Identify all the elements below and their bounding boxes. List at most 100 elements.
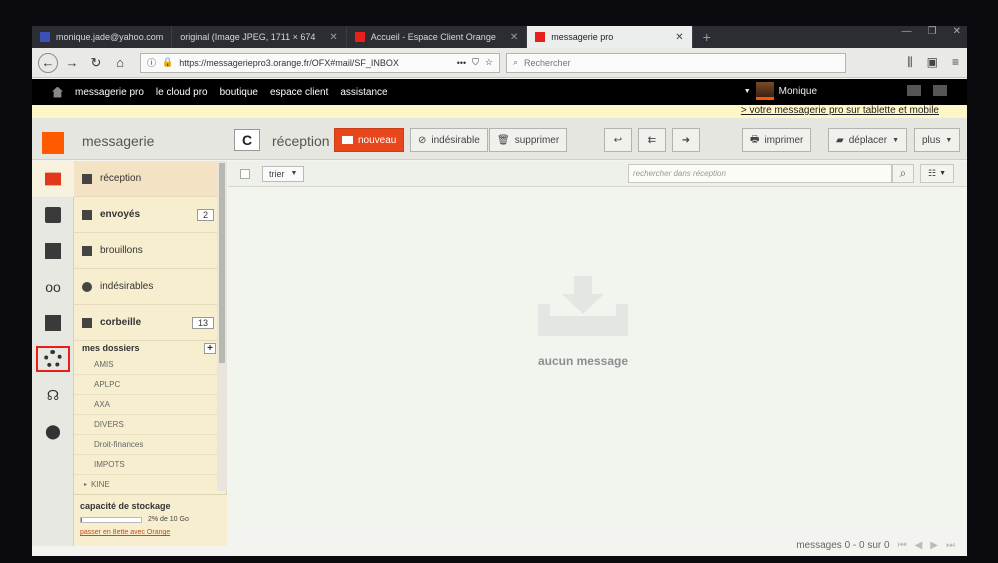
maximize-icon[interactable]: ❐ [928,26,937,38]
close-icon[interactable]: ✕ [510,32,518,43]
reply-all-icon: ⇇ [647,134,657,146]
folder-sent[interactable]: envoyés 2 [74,197,226,233]
subfolder-item[interactable]: Droit-finances [74,435,226,455]
promo-link[interactable]: > votre messagerie pro sur tablette et m… [32,105,967,117]
folder-label: réception [100,173,142,184]
select-all-checkbox[interactable] [240,168,250,179]
view-options-button[interactable]: ☷ ▼ [920,164,954,183]
my-folders-header: mes dossiers + [74,341,226,355]
folder-drafts[interactable]: brouillons [74,233,226,269]
prev-page-icon[interactable]: ◀ [915,540,923,551]
subfolder-item-kine[interactable]: ▸ KINE [74,475,226,495]
refresh-button[interactable]: C [234,129,260,151]
rail-voicemail[interactable]: oo [32,269,74,305]
minimize-icon[interactable]: — [902,26,912,38]
info-icon[interactable]: ⓘ [147,56,156,69]
more-label: plus [922,134,941,146]
move-button[interactable]: ▰ déplacer ▼ [828,128,907,152]
window-controls: — ❐ ✕ [902,26,961,38]
orange-favicon-icon [354,32,365,42]
new-message-button[interactable]: nouveau [334,128,405,152]
location-pin-icon: ⬤ [45,422,61,439]
portal-link[interactable]: boutique [220,87,258,98]
user-menu[interactable]: ▼ Monique [744,82,817,100]
folder-panel: réception envoyés 2 brouillons indésirab… [74,161,227,546]
folder-label: indésirables [100,281,154,292]
close-icon[interactable]: ✕ [675,32,683,43]
back-icon[interactable]: ← [38,52,58,73]
reply-button[interactable]: ↩ [604,128,632,152]
portal-link[interactable]: le cloud pro [156,87,208,98]
next-page-icon[interactable]: ▶ [930,540,938,551]
spam-button[interactable]: ⊘ indésirable [410,128,488,152]
browser-nav-bar: ← → ↻ ⌂ ⓘ 🔒 https://messageriepro3.orang… [32,48,967,78]
rail-inbox-download[interactable] [32,305,74,341]
tab-espace-client[interactable]: Accueil - Espace Client Orange ✕ [347,26,528,48]
cloud-icon[interactable] [933,85,947,96]
add-folder-button[interactable]: + [204,342,216,354]
download-box-icon [45,315,61,331]
rail-help[interactable]: ☊ [32,377,74,413]
message-search-input[interactable]: rechercher dans réception [628,164,892,183]
pocket-icon[interactable]: ⛉ [472,57,479,68]
rail-contacts[interactable] [32,197,74,233]
subfolder-item[interactable]: AXA [74,395,226,415]
forward-button[interactable]: ➜ [672,128,700,152]
subfolder-item[interactable]: AMIS [74,355,226,375]
subfolder-item[interactable]: APLPC [74,375,226,395]
tab-messagerie-pro[interactable]: messagerie pro ✕ [527,26,693,48]
tab-yahoo[interactable]: monique.jade@yahoo.com [32,26,173,48]
folder-scrollbar[interactable] [217,161,227,491]
portal-icons [907,85,947,96]
portal-link[interactable]: assistance [340,87,387,98]
page-actions-icon[interactable]: ••• [457,58,466,68]
portal-link[interactable]: messagerie pro [75,87,144,98]
subfolder-item[interactable]: DIVERS [74,415,226,435]
mail-icon[interactable] [907,85,921,96]
folder-count-badge: 13 [191,316,214,329]
tab-image[interactable]: original (Image JPEG, 1711 × 674 ✕ [172,26,347,48]
empty-message-text: aucun message [537,354,629,368]
my-folders-title: mes dossiers [82,343,140,353]
last-page-icon[interactable]: ⏭ [946,540,955,551]
home-icon[interactable]: ⌂ [110,53,130,73]
chevron-down-icon: ▼ [743,87,751,95]
folder-inbox[interactable]: réception [74,161,226,197]
forward-icon[interactable]: → [62,53,82,73]
rail-settings[interactable] [32,341,74,377]
toolbar-icons: ⫼ ▣ ≡ [907,55,967,70]
reply-all-button[interactable]: ⇇ [638,128,666,152]
calendar-icon [45,243,61,259]
rail-notifications[interactable]: ⬤ [32,413,74,449]
orange-logo [42,132,64,154]
scrollbar-thumb[interactable] [219,163,225,363]
folder-spam[interactable]: indésirables [74,269,226,305]
subfolder-item[interactable]: IMPOTS [74,455,226,475]
home-icon[interactable] [52,86,63,98]
search-icon[interactable]: ⌕ [892,164,914,183]
first-page-icon[interactable]: ⏮ [898,540,907,551]
more-button[interactable]: plus ▼ [914,128,961,152]
storage-upgrade-link[interactable]: passer en 8ette avec Orange [80,529,221,536]
menu-icon[interactable]: ≡ [952,55,959,70]
library-icon[interactable]: ⫼ [907,55,913,70]
window-close-icon[interactable]: ✕ [953,26,961,38]
bookmark-star-icon[interactable]: ☆ [485,57,493,68]
rail-mail[interactable] [32,161,74,197]
print-button[interactable]: 🖶 imprimer [742,128,812,152]
portal-link[interactable]: espace client [270,87,328,98]
browser-search-bar[interactable]: ⌕ Rechercher [506,52,846,73]
message-footer: messages 0 - 0 sur 0 ⏮ ◀ ▶ ⏭ [228,534,967,556]
url-bar[interactable]: ⓘ 🔒 https://messageriepro3.orange.fr/OFX… [140,52,500,73]
settings-highlight [36,346,70,372]
new-tab-icon[interactable]: + [693,26,721,48]
close-icon[interactable]: ✕ [329,32,337,43]
folder-trash[interactable]: corbeille 13 [74,305,226,341]
sort-button[interactable]: trier ▼ [262,165,305,182]
delete-button[interactable]: 🗑 supprimer [489,128,568,152]
storage-text: 2% de 10 Go [148,516,189,523]
new-message-label: nouveau [358,134,397,146]
sidebar-icon[interactable]: ▣ [927,55,938,70]
reload-icon[interactable]: ↻ [86,53,106,73]
rail-calendar[interactable] [32,233,74,269]
